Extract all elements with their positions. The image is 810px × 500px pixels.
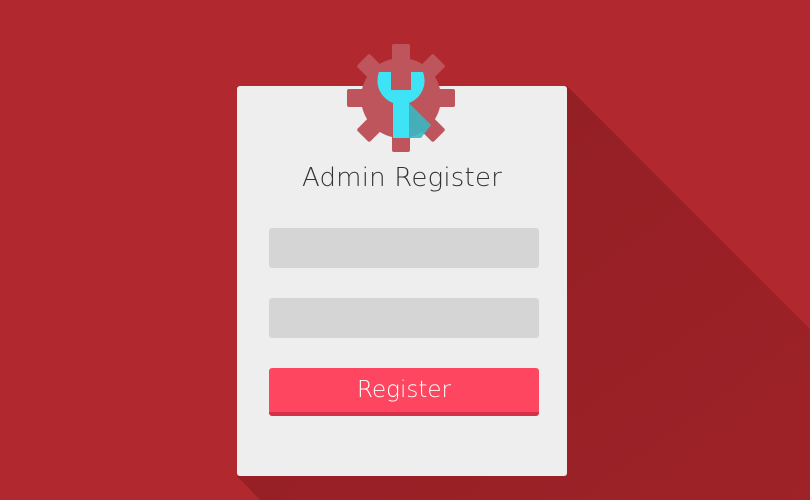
username-input[interactable] [269,228,539,268]
gear-wrench-icon [347,44,455,152]
password-input[interactable] [269,298,539,338]
form-title: Admin Register [301,163,503,193]
register-button[interactable]: Register [269,368,539,416]
